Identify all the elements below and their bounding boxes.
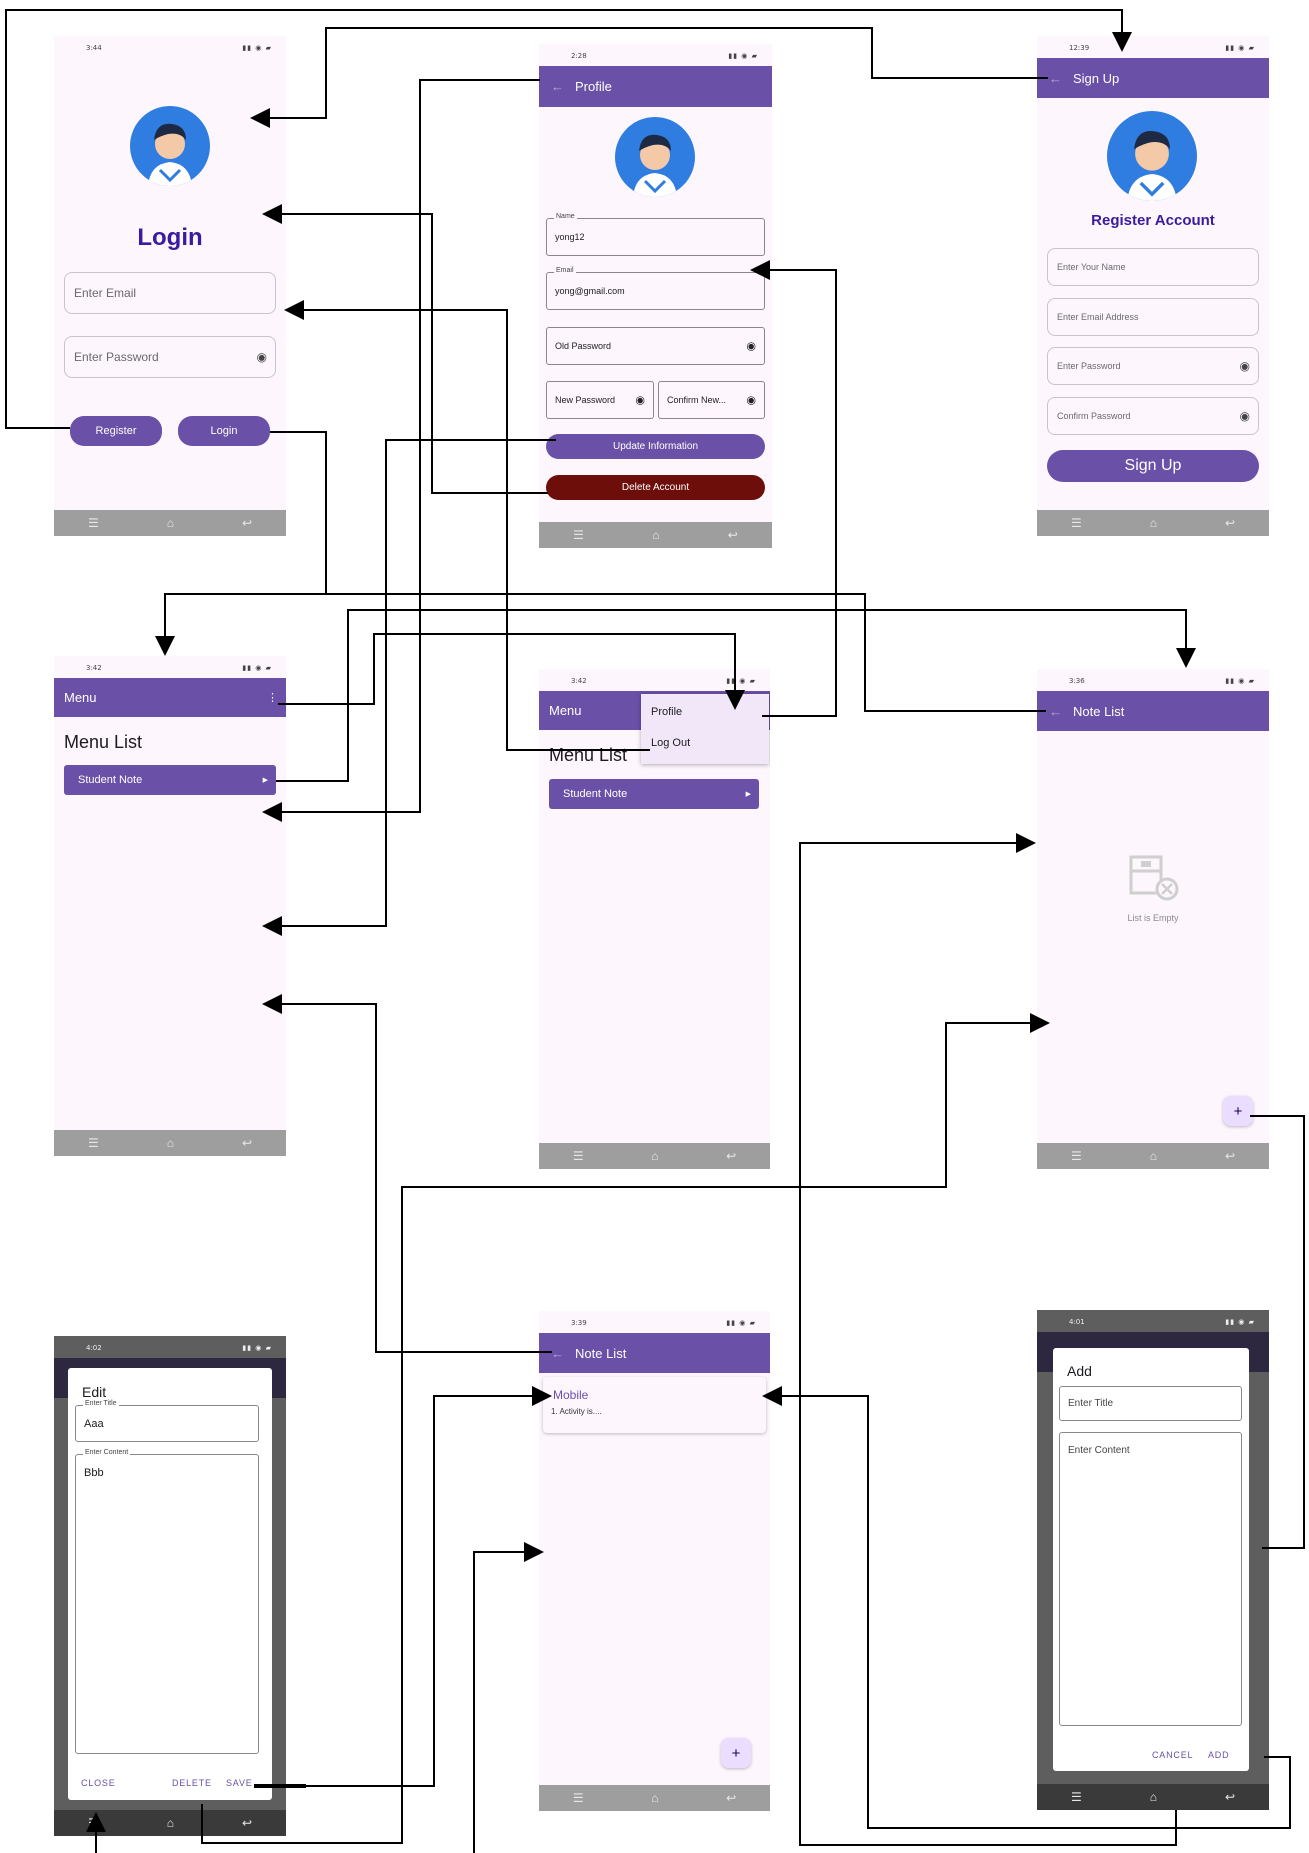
navigation-flow-arrows [5,9,1305,1853]
